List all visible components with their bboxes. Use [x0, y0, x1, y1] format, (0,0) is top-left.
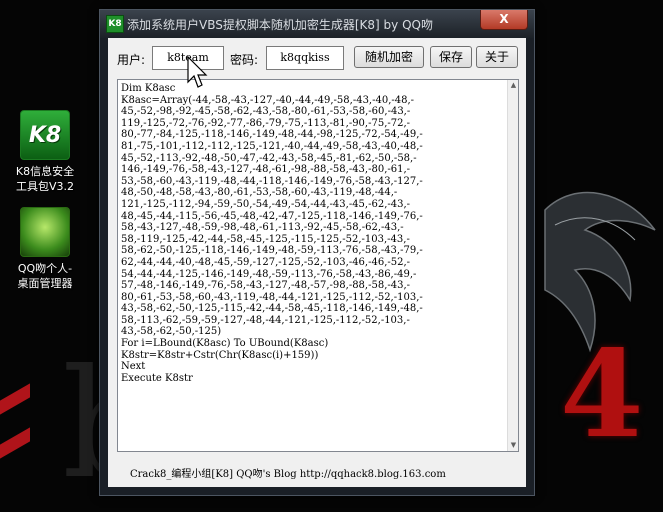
- close-button[interactable]: X: [480, 10, 528, 30]
- password-label: 密码:: [230, 53, 259, 67]
- desktop-icon-label: 桌面管理器: [17, 277, 73, 290]
- k8-badge-text: K8: [28, 122, 62, 148]
- scroll-down-icon[interactable]: ▼: [508, 440, 518, 451]
- scroll-up-icon[interactable]: ▲: [508, 80, 518, 91]
- mouse-cursor-icon: [187, 56, 208, 88]
- password-input[interactable]: k8qqkiss: [266, 46, 344, 70]
- desktop-icon-qq-desktop-manager[interactable]: QQ吻个人- 桌面管理器: [0, 207, 90, 291]
- app-icon: K8: [106, 15, 124, 33]
- wallpaper-red-stripe: [0, 427, 30, 459]
- vertical-scrollbar[interactable]: ▲ ▼: [507, 80, 518, 451]
- title-bar[interactable]: K8 添加系统用户VBS提权脚本随机加密生成器[K8] by QQ吻 X: [100, 10, 534, 38]
- script-output-textarea[interactable]: Dim K8asc K8asc=Array(-44,-58,-43,-127,-…: [117, 79, 519, 452]
- wallpaper-red-stripe: [0, 383, 30, 415]
- desktop-icon-label: K8信息安全: [15, 165, 75, 178]
- desktop-icon-label: 工具包V3.2: [15, 180, 75, 193]
- save-button[interactable]: 保存: [430, 46, 472, 68]
- user-label: 用户:: [117, 53, 146, 67]
- desktop-icon-label: QQ吻个人-: [17, 262, 73, 275]
- window-client-area: 用户: k8team 密码: k8qqkiss 随机加密 保存 关于 Dim K…: [108, 38, 526, 487]
- qq-character-icon: [20, 207, 70, 257]
- footer-credits: Crack8_编程小组[K8] QQ吻's Blog http://qqhack…: [130, 469, 446, 480]
- desktop-icon-k8-toolkit[interactable]: K8 K8信息安全 工具包V3.2: [0, 110, 90, 194]
- script-code: Dim K8asc K8asc=Array(-44,-58,-43,-127,-…: [121, 83, 423, 384]
- window-title: 添加系统用户VBS提权脚本随机加密生成器[K8] by QQ吻: [127, 18, 433, 32]
- random-encrypt-button[interactable]: 随机加密: [354, 46, 424, 68]
- k8-toolkit-icon: K8: [20, 110, 70, 160]
- about-button[interactable]: 关于: [476, 46, 518, 68]
- generator-window: K8 添加系统用户VBS提权脚本随机加密生成器[K8] by QQ吻 X 用户:…: [99, 9, 535, 496]
- wallpaper-number: 4: [560, 324, 644, 465]
